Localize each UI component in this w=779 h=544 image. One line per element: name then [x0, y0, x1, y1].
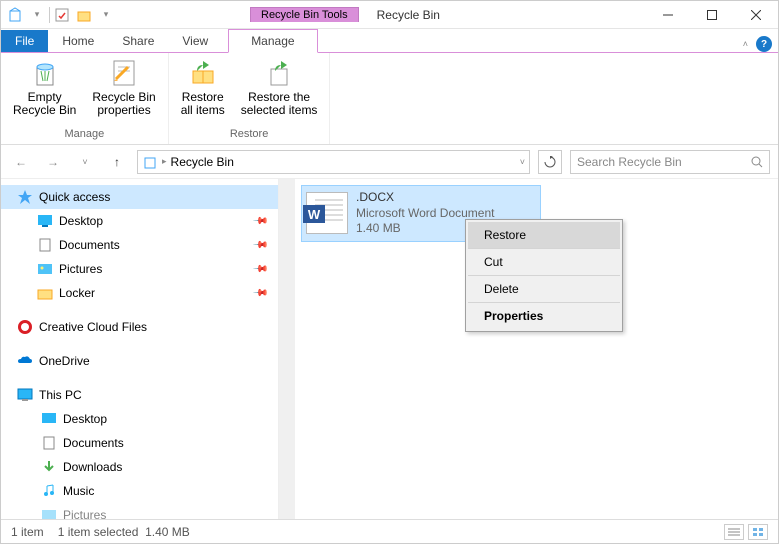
tab-share[interactable]: Share — [108, 30, 168, 52]
tree-pc-desktop[interactable]: Desktop — [1, 407, 278, 431]
navigation-tree: Quick access Desktop📌 Documents📌 Picture… — [1, 179, 279, 529]
star-icon — [17, 189, 33, 205]
documents-icon — [41, 435, 57, 451]
restore-selected-icon — [263, 57, 295, 89]
context-properties[interactable]: Properties — [468, 303, 620, 329]
pin-icon: 📌 — [251, 261, 268, 278]
tree-onedrive[interactable]: OneDrive — [1, 349, 278, 373]
refresh-button[interactable] — [538, 150, 562, 174]
tree-quick-access[interactable]: Quick access — [1, 185, 278, 209]
context-restore[interactable]: Restore — [468, 222, 620, 249]
new-folder-qat-icon[interactable] — [74, 5, 94, 25]
restore-all-icon — [187, 57, 219, 89]
restore-selected-button[interactable]: Restore the selected items — [237, 55, 322, 126]
word-file-icon: W — [306, 192, 348, 234]
maximize-button[interactable] — [690, 1, 734, 29]
forward-button[interactable]: → — [41, 150, 65, 174]
empty-recycle-bin-button[interactable]: Empty Recycle Bin — [9, 55, 80, 126]
pin-icon: 📌 — [251, 237, 268, 254]
cc-icon — [17, 319, 33, 335]
desktop-icon — [41, 411, 57, 427]
minimize-button[interactable] — [646, 1, 690, 29]
quick-access-toolbar: ▾ ▾ — [1, 5, 120, 25]
downloads-icon — [41, 459, 57, 475]
context-tools-tab: Recycle Bin Tools — [250, 7, 359, 22]
body-area: Quick access Desktop📌 Documents📌 Picture… — [1, 179, 778, 529]
history-dropdown-icon[interactable]: ˅ — [73, 150, 97, 174]
file-name: .DOCX — [356, 190, 495, 206]
tab-manage[interactable]: Manage — [229, 30, 316, 52]
properties-qat-icon[interactable] — [52, 5, 72, 25]
tree-scrollbar[interactable] — [279, 179, 295, 529]
tree-documents[interactable]: Documents📌 — [1, 233, 278, 257]
restore-all-button[interactable]: Restore all items — [177, 55, 229, 126]
ribbon-group-restore: Restore all items Restore the selected i… — [169, 53, 331, 144]
collapse-ribbon-icon[interactable]: ˄ — [743, 39, 748, 49]
ribbon-group-manage: Empty Recycle Bin Recycle Bin properties… — [1, 53, 169, 144]
tree-pictures[interactable]: Pictures📌 — [1, 257, 278, 281]
address-path[interactable]: ▸ Recycle Bin ˅ — [137, 150, 530, 174]
tree-pc-downloads[interactable]: Downloads — [1, 455, 278, 479]
tree-desktop[interactable]: Desktop📌 — [1, 209, 278, 233]
properties-sheet-icon — [108, 57, 140, 89]
desktop-icon — [37, 213, 53, 229]
tab-home[interactable]: Home — [48, 30, 108, 52]
qat-customize-icon[interactable]: ▾ — [96, 5, 116, 25]
path-dropdown-icon[interactable]: ˅ — [520, 157, 525, 167]
pc-icon — [17, 387, 33, 403]
back-button[interactable]: ← — [9, 150, 33, 174]
up-button[interactable]: ↑ — [105, 150, 129, 174]
search-input[interactable]: Search Recycle Bin — [570, 150, 770, 174]
music-icon — [41, 483, 57, 499]
recycle-bin-path-icon — [142, 154, 158, 170]
address-bar: ← → ˅ ↑ ▸ Recycle Bin ˅ Search Recycle B… — [1, 145, 778, 179]
tree-pc-documents[interactable]: Documents — [1, 431, 278, 455]
view-details-button[interactable] — [724, 524, 744, 540]
folder-icon — [37, 285, 53, 301]
tree-locker[interactable]: Locker📌 — [1, 281, 278, 305]
status-item-count: 1 item — [11, 525, 44, 539]
documents-icon — [37, 237, 53, 253]
search-icon — [751, 156, 763, 168]
recycle-bin-icon[interactable] — [5, 5, 25, 25]
dropdown-icon[interactable]: ▾ — [27, 5, 47, 25]
onedrive-icon — [17, 353, 33, 369]
tree-pc-music[interactable]: Music — [1, 479, 278, 503]
close-button[interactable] — [734, 1, 778, 29]
help-icon[interactable]: ? — [756, 36, 772, 52]
status-selected: 1 item selected 1.40 MB — [58, 525, 190, 539]
context-delete[interactable]: Delete — [468, 276, 620, 303]
recycle-bin-full-icon — [29, 57, 61, 89]
context-cut[interactable]: Cut — [468, 249, 620, 276]
title-bar: ▾ ▾ Recycle Bin Tools Recycle Bin — [1, 1, 778, 29]
tab-view[interactable]: View — [168, 30, 222, 52]
view-large-icons-button[interactable] — [748, 524, 768, 540]
status-bar: 1 item 1 item selected 1.40 MB — [1, 519, 778, 543]
pin-icon: 📌 — [251, 213, 268, 230]
ribbon: Empty Recycle Bin Recycle Bin properties… — [1, 53, 778, 145]
tree-creative-cloud[interactable]: Creative Cloud Files — [1, 315, 278, 339]
recycle-bin-properties-button[interactable]: Recycle Bin properties — [88, 55, 159, 126]
tree-this-pc[interactable]: This PC — [1, 383, 278, 407]
pictures-icon — [37, 261, 53, 277]
ribbon-tabs: File Home Share View Manage ˄ ? — [1, 29, 778, 53]
pin-icon: 📌 — [251, 285, 268, 302]
tab-file[interactable]: File — [1, 30, 48, 52]
context-menu: Restore Cut Delete Properties — [465, 219, 623, 332]
window-title: Recycle Bin — [377, 8, 440, 22]
